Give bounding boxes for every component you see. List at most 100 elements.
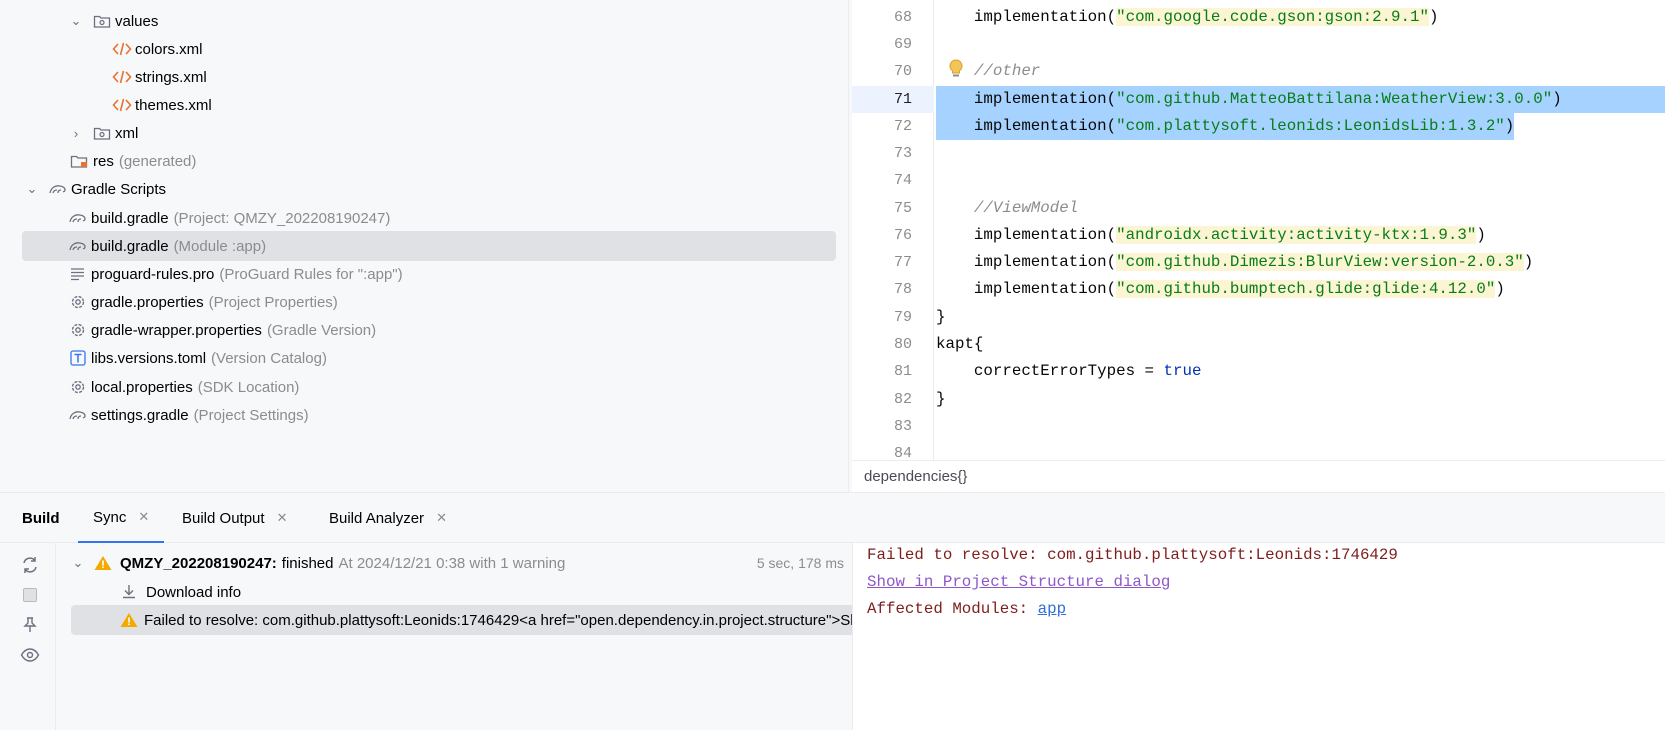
code-comment: //ViewModel — [936, 199, 1079, 217]
line-number: 79 — [893, 309, 912, 326]
code-token: ) — [1476, 226, 1486, 244]
tree-item-gradle-scripts[interactable]: ⌄ Gradle Scripts — [22, 174, 836, 204]
tree-item-gradle-properties[interactable]: gradle.properties (Project Properties) — [22, 287, 836, 317]
tree-item-strings-xml[interactable]: strings.xml — [22, 62, 836, 92]
text-file-icon — [68, 264, 88, 284]
generated-folder-icon — [70, 151, 90, 171]
project-tree: ⌄ values colors.xml strings.xml themes.x… — [0, 0, 848, 492]
sync-duration: 5 sec, 178 ms — [756, 555, 844, 571]
tree-item-hint: (Gradle Version) — [266, 321, 377, 339]
tree-item-xml[interactable]: › xml — [22, 118, 836, 148]
tab-sync[interactable]: Sync ✕ — [78, 493, 165, 543]
breadcrumb[interactable]: dependencies{} — [852, 460, 1665, 492]
chevron-down-icon[interactable]: ⌄ — [70, 555, 86, 571]
tree-item-values[interactable]: ⌄ values — [22, 6, 836, 36]
tree-item-label: colors.xml — [135, 40, 203, 58]
string-literal: "com.github.bumptech.glide:glide:4.12.0" — [1116, 280, 1496, 298]
error-message: Failed to resolve: com.github.plattysoft… — [867, 546, 1398, 564]
line-number: 77 — [893, 254, 912, 271]
line-number: 75 — [893, 200, 912, 217]
tree-item-label: Gradle Scripts — [71, 180, 167, 198]
tree-item-colors-xml[interactable]: colors.xml — [22, 34, 836, 64]
tree-item-label: libs.versions.toml — [91, 349, 207, 367]
build-tool-window: Build Sync ✕ Build Output ✕ Build Analyz… — [0, 492, 1665, 730]
code-line: implementation("com.github.bumptech.glid… — [936, 276, 1505, 303]
folder-icon — [92, 123, 112, 143]
tree-item-label: build.gradle — [91, 209, 169, 227]
stop-icon[interactable] — [18, 583, 42, 607]
code-token: implementation( — [936, 226, 1117, 244]
line-number: 76 — [893, 227, 912, 244]
pin-icon[interactable] — [18, 613, 42, 637]
sync-detail-panel: Failed to resolve: com.github.plattysoft… — [852, 543, 1665, 730]
gear-icon — [68, 292, 88, 312]
string-literal: "com.github.Dimezis:BlurView:version-2.0… — [1116, 253, 1524, 271]
project-name: QMZY_202208190247: — [120, 554, 277, 572]
tab-label: Build Output — [182, 509, 265, 527]
string-literal: "com.plattysoft.leonids:LeonidsLib:1.3.2… — [1116, 117, 1505, 135]
tree-item-label: strings.xml — [135, 68, 207, 86]
code-editor[interactable]: 68 69 70 71 72 73 74 75 76 77 78 79 80 8… — [852, 0, 1665, 460]
tree-item-build-gradle-project[interactable]: build.gradle (Project: QMZY_202208190247… — [22, 203, 836, 233]
xml-file-icon — [112, 39, 132, 59]
line-number: 72 — [893, 118, 912, 135]
line-gutter: 68 69 70 71 72 73 74 75 76 77 78 79 80 8… — [852, 0, 934, 460]
warning-icon — [94, 555, 114, 571]
sync-result-row[interactable]: ⌄ QMZY_202208190247: finished At 2024/12… — [70, 548, 848, 578]
tree-item-local-properties[interactable]: local.properties (SDK Location) — [22, 372, 836, 402]
folder-icon — [92, 11, 112, 31]
code-line: correctErrorTypes = true — [936, 358, 1202, 385]
code-token: ) — [1504, 117, 1515, 135]
tree-item-gradle-wrapper-properties[interactable]: gradle-wrapper.properties (Gradle Versio… — [22, 315, 836, 345]
chevron-down-icon[interactable]: ⌄ — [68, 13, 84, 29]
line-number: 84 — [893, 445, 912, 460]
breadcrumb-item[interactable]: dependencies{} — [864, 468, 967, 485]
gradle-icon — [48, 179, 68, 199]
gradle-icon — [68, 236, 88, 256]
warning-icon — [120, 612, 138, 628]
code-token: ) — [1428, 8, 1439, 26]
xml-file-icon — [112, 95, 132, 115]
splitter[interactable] — [848, 0, 849, 492]
code-line: implementation("com.github.Dimezis:BlurV… — [936, 249, 1533, 276]
gradle-icon — [68, 405, 88, 425]
chevron-down-icon[interactable]: ⌄ — [24, 181, 40, 197]
close-icon[interactable]: ✕ — [277, 510, 288, 526]
string-literal: "com.google.code.gson:gson:2.9.1" — [1116, 8, 1429, 26]
affected-modules-label: Affected Modules: — [867, 600, 1038, 618]
line-number: 83 — [893, 418, 912, 435]
eye-icon[interactable] — [18, 643, 42, 667]
tree-item-proguard-rules[interactable]: proguard-rules.pro (ProGuard Rules for "… — [22, 259, 836, 289]
code-token: ) — [1495, 280, 1505, 298]
chevron-right-icon[interactable]: › — [68, 125, 84, 141]
code-token: implementation( — [936, 90, 1117, 108]
close-icon[interactable]: ✕ — [436, 510, 447, 526]
module-link-app[interactable]: app — [1038, 600, 1066, 618]
line-number: 82 — [893, 391, 912, 408]
string-literal: "androidx.activity:activity-ktx:1.9.3" — [1116, 226, 1477, 244]
close-icon[interactable]: ✕ — [138, 509, 149, 525]
tree-item-libs-versions-toml[interactable]: libs.versions.toml (Version Catalog) — [22, 343, 836, 373]
tree-item-label: gradle-wrapper.properties — [91, 321, 262, 339]
code-token: correctErrorTypes = — [936, 362, 1164, 380]
show-in-project-structure-link[interactable]: Show in Project Structure dialog — [867, 573, 1170, 591]
tree-item-themes-xml[interactable]: themes.xml — [22, 90, 836, 120]
tool-window-title: Build — [22, 510, 60, 527]
download-info-row[interactable]: Download info — [120, 577, 241, 607]
tree-item-res-generated[interactable]: res (generated) — [22, 146, 836, 176]
tab-build-output[interactable]: Build Output ✕ — [182, 493, 287, 543]
tree-item-hint: (Module :app) — [173, 237, 267, 255]
code-token: implementation( — [936, 8, 1117, 26]
tab-label: Build Analyzer — [329, 509, 425, 527]
line-number: 71 — [893, 91, 912, 108]
tree-item-hint: (generated) — [118, 152, 197, 170]
tree-item-build-gradle-module[interactable]: build.gradle (Module :app) — [22, 231, 836, 261]
tab-build-analyzer[interactable]: Build Analyzer ✕ — [329, 493, 447, 543]
line-number: 73 — [893, 145, 912, 162]
tree-item-label: xml — [115, 124, 139, 142]
warning-row[interactable]: Failed to resolve: com.github.plattysoft… — [71, 605, 852, 635]
sync-icon[interactable] — [18, 553, 42, 577]
tree-item-settings-gradle[interactable]: settings.gradle (Project Settings) — [22, 400, 836, 430]
gradle-icon — [68, 208, 88, 228]
tree-item-label: proguard-rules.pro — [91, 265, 215, 283]
